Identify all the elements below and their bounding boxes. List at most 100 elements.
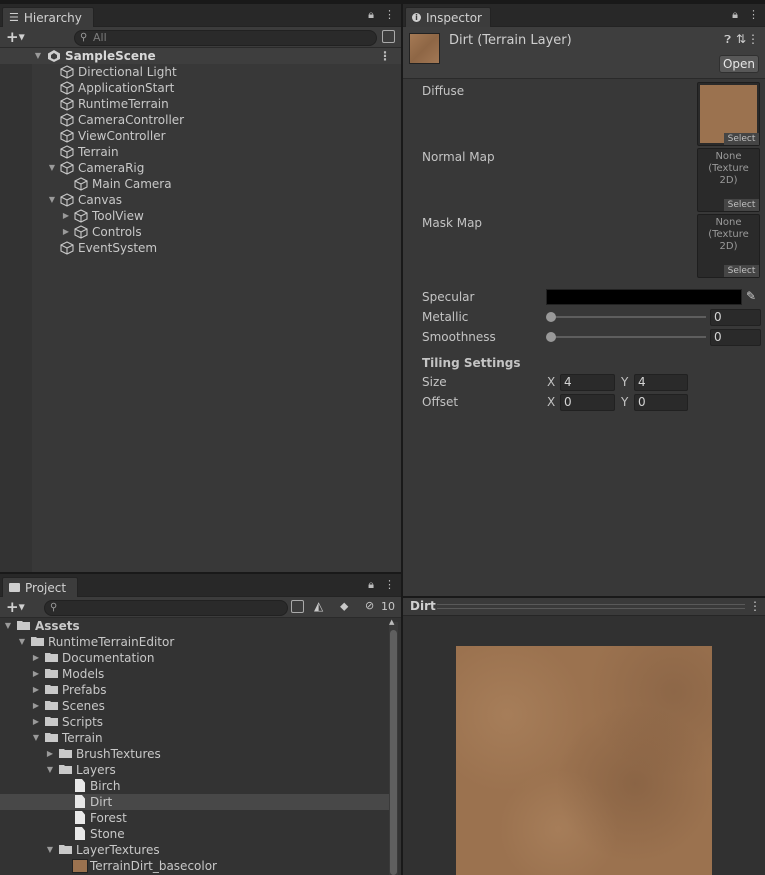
tab-project[interactable]: Project <box>2 577 78 597</box>
expand-arrow-icon[interactable]: ▼ <box>45 762 55 778</box>
lock-icon[interactable]: 🔒︎ <box>368 578 374 592</box>
hierarchy-item[interactable]: Directional Light <box>0 64 401 80</box>
hierarchy-item[interactable]: ViewController <box>0 128 401 144</box>
smoothness-slider-knob[interactable] <box>546 332 556 342</box>
hierarchy-item[interactable]: RuntimeTerrain <box>0 96 401 112</box>
mask-map-slot[interactable]: None (Texture 2D) Select <box>697 214 760 278</box>
hierarchy-item[interactable]: ▼ CameraRig <box>0 160 401 176</box>
size-x-label: X <box>547 375 556 389</box>
presets-icon[interactable]: ⇅ <box>736 32 746 46</box>
collapse-arrow-icon[interactable]: ▶ <box>31 682 41 698</box>
tree-item[interactable]: ▼ Terrain <box>0 730 401 746</box>
expand-arrow-icon[interactable]: ▼ <box>33 48 43 64</box>
tree-label: Layers <box>76 763 116 777</box>
eyedropper-icon[interactable]: ✎ <box>746 289 756 303</box>
offset-x-label: X <box>547 395 556 409</box>
metallic-slider-knob[interactable] <box>546 312 556 322</box>
hierarchy-search-input[interactable]: ⚲ All <box>74 30 377 46</box>
metallic-slider-track[interactable] <box>550 316 706 318</box>
collapse-arrow-icon[interactable]: ▶ <box>61 224 71 240</box>
tree-item[interactable]: Stone <box>0 826 401 842</box>
collapse-arrow-icon[interactable]: ▶ <box>45 746 55 762</box>
hierarchy-item[interactable]: ▶ Controls <box>0 224 401 240</box>
tree-item[interactable]: Forest <box>0 810 401 826</box>
collapse-arrow-icon[interactable]: ▶ <box>61 208 71 224</box>
collapse-arrow-icon[interactable]: ▶ <box>31 698 41 714</box>
more-menu-icon[interactable]: ⋮ <box>749 599 761 613</box>
more-menu-icon[interactable]: ⋮ <box>384 8 395 22</box>
scene-search-icon[interactable] <box>382 30 395 43</box>
add-button[interactable]: +▼ <box>6 29 25 46</box>
hierarchy-item[interactable]: CameraController <box>0 112 401 128</box>
filter-by-label-icon[interactable]: ⬥ <box>340 599 348 614</box>
project-tabbar: Project 🔒︎ ⋮ <box>0 574 401 597</box>
tree-item-assets[interactable]: ▼ Assets <box>0 618 401 634</box>
tree-label: TerrainDirt_basecolor <box>90 859 217 873</box>
scrollbar-thumb[interactable] <box>390 630 397 875</box>
select-button[interactable]: Select <box>724 265 759 277</box>
scene-menu-icon[interactable]: ⋮ <box>379 48 391 64</box>
hierarchy-item[interactable]: Terrain <box>0 144 401 160</box>
scene-row[interactable]: ▼ SampleScene ⋮ <box>0 48 401 64</box>
search-by-scene-icon[interactable] <box>291 600 304 613</box>
hierarchy-item[interactable]: ApplicationStart <box>0 80 401 96</box>
collapse-arrow-icon[interactable]: ▶ <box>31 714 41 730</box>
offset-x-field[interactable]: 0 <box>560 394 615 411</box>
normal-map-slot[interactable]: None (Texture 2D) Select <box>697 148 760 212</box>
project-scrollbar[interactable]: ▲ <box>389 618 398 875</box>
expand-arrow-icon[interactable]: ▼ <box>45 842 55 858</box>
tree-item[interactable]: ▶ Documentation <box>0 650 401 666</box>
expand-arrow-icon[interactable]: ▼ <box>17 634 27 650</box>
hierarchy-item[interactable]: ▼ Canvas <box>0 192 401 208</box>
lock-icon[interactable]: 🔒︎ <box>368 8 374 22</box>
inspector-panel: i Inspector 🔒︎ ⋮ Dirt (Terrain Layer) ❓︎… <box>403 4 765 596</box>
tree-item[interactable]: ▶ Models <box>0 666 401 682</box>
tree-item[interactable]: ▼ RuntimeTerrainEditor <box>0 634 401 650</box>
expand-arrow-icon[interactable]: ▼ <box>31 730 41 746</box>
help-icon[interactable]: ❓︎ <box>724 33 731 47</box>
tree-item[interactable]: Birch <box>0 778 401 794</box>
scroll-up-arrow-icon[interactable]: ▲ <box>389 618 394 626</box>
expand-arrow-icon[interactable]: ▼ <box>47 160 57 176</box>
size-label: Size <box>422 375 447 389</box>
size-y-field[interactable]: 4 <box>634 374 688 391</box>
smoothness-value-field[interactable]: 0 <box>710 329 761 346</box>
smoothness-slider-track[interactable] <box>550 336 706 338</box>
select-button[interactable]: Select <box>724 199 759 211</box>
tab-inspector[interactable]: i Inspector <box>405 7 491 27</box>
select-button[interactable]: Select <box>724 133 759 145</box>
tree-item[interactable]: ▼ Layers <box>0 762 401 778</box>
tree-item[interactable]: ▼ LayerTextures <box>0 842 401 858</box>
collapse-arrow-icon[interactable]: ▶ <box>31 650 41 666</box>
filter-by-type-icon[interactable]: ◭ <box>314 599 323 613</box>
tree-item[interactable]: ▶ BrushTextures <box>0 746 401 762</box>
metallic-value-field[interactable]: 0 <box>710 309 761 326</box>
expand-arrow-icon[interactable]: ▼ <box>47 192 57 208</box>
offset-y-field[interactable]: 0 <box>634 394 688 411</box>
tree-item-selected[interactable]: Dirt <box>0 794 389 810</box>
item-label: RuntimeTerrain <box>78 97 169 111</box>
tree-item[interactable]: ▶ Scripts <box>0 714 401 730</box>
tree-label: Birch <box>90 779 121 793</box>
more-menu-icon[interactable]: ⋮ <box>384 578 395 592</box>
size-x-field[interactable]: 4 <box>560 374 615 391</box>
open-button[interactable]: Open <box>719 55 759 73</box>
specular-color-field[interactable] <box>546 289 742 305</box>
expand-arrow-icon[interactable]: ▼ <box>3 618 13 634</box>
lock-icon[interactable]: 🔒︎ <box>732 8 738 22</box>
hierarchy-item[interactable]: Main Camera <box>0 176 401 192</box>
collapse-arrow-icon[interactable]: ▶ <box>31 666 41 682</box>
more-menu-icon[interactable]: ⋮ <box>748 8 759 22</box>
tree-item[interactable]: ▶ Scenes <box>0 698 401 714</box>
diffuse-texture-slot[interactable]: Select <box>697 82 760 146</box>
tree-item[interactable]: ▶ Prefabs <box>0 682 401 698</box>
preview-drag-handle[interactable] <box>437 604 745 609</box>
tree-item[interactable]: TerrainDirt_basecolor <box>0 858 401 874</box>
project-search-input[interactable]: ⚲ <box>44 600 288 616</box>
hierarchy-item[interactable]: EventSystem <box>0 240 401 256</box>
add-button[interactable]: +▼ <box>6 599 25 616</box>
hidden-packages-icon[interactable]: ⊘ <box>365 599 374 612</box>
more-menu-icon[interactable]: ⋮ <box>747 32 759 46</box>
tab-hierarchy[interactable]: ☰ Hierarchy <box>2 7 94 27</box>
hierarchy-item[interactable]: ▶ ToolView <box>0 208 401 224</box>
